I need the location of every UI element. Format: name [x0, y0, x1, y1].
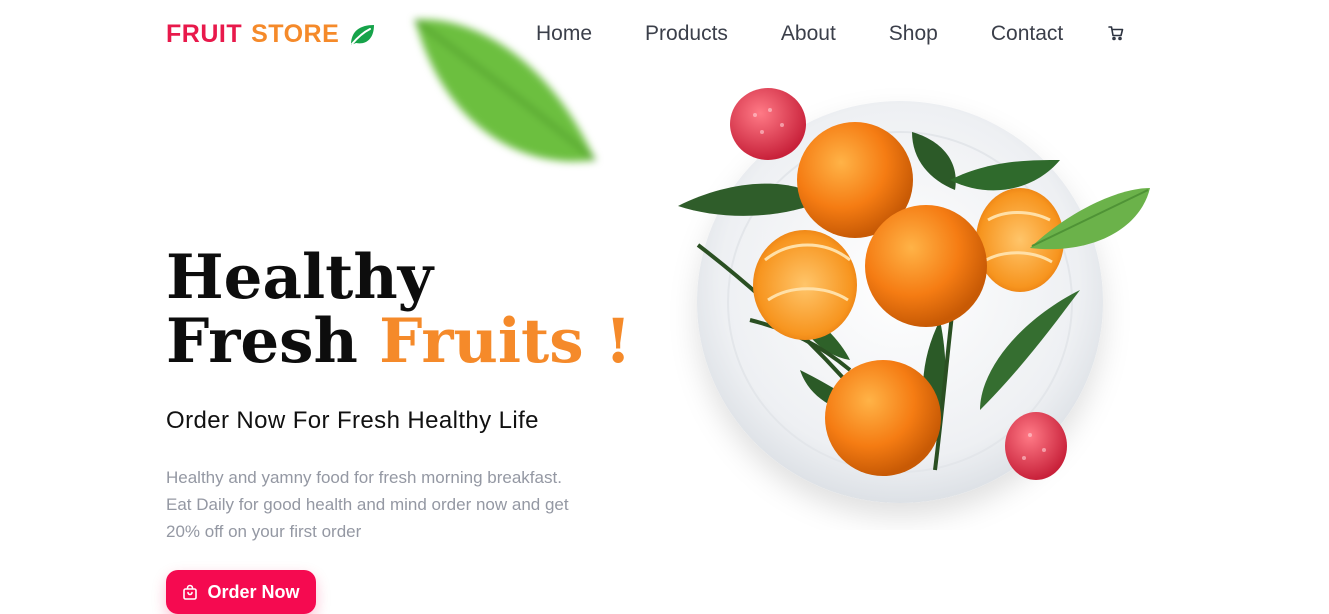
hero-title: Healthy Fresh Fruits ! [166, 246, 632, 374]
order-now-button[interactable]: Order Now [166, 570, 316, 614]
brand-logo[interactable]: FRUIT STORE [166, 20, 376, 49]
hero-subtitle: Order Now For Fresh Healthy Life [166, 407, 539, 434]
brand-name-part1: FRUIT [166, 20, 243, 48]
hero-description-line: Healthy and yamny food for fresh morning… [166, 468, 562, 487]
hero-description: Healthy and yamny food for fresh morning… [166, 464, 606, 545]
hero-description-line: Eat Daily for good health and mind order… [166, 495, 569, 514]
hero-title-line2-prefix: Fresh [166, 306, 358, 377]
nav-contact[interactable]: Contact [991, 22, 1063, 46]
blurred-leaf-image [414, 18, 596, 162]
nav-products[interactable]: Products [645, 22, 728, 46]
order-now-label: Order Now [207, 581, 300, 602]
hero-description-line: 20% off on your first order [166, 522, 362, 541]
hero-title-line1: Healthy [166, 242, 434, 313]
brand-name-part2: STORE [251, 20, 340, 48]
cart-icon[interactable] [1108, 25, 1124, 46]
nav-about[interactable]: About [781, 22, 836, 46]
nav-shop[interactable]: Shop [889, 22, 938, 46]
main-nav: Home Products About Shop Contact [536, 22, 1124, 46]
leaf-icon [351, 24, 375, 45]
hero-title-highlight: Fruits ! [379, 306, 632, 377]
shopping-bag-icon [183, 584, 198, 600]
fruit-plate-image [678, 88, 1150, 503]
